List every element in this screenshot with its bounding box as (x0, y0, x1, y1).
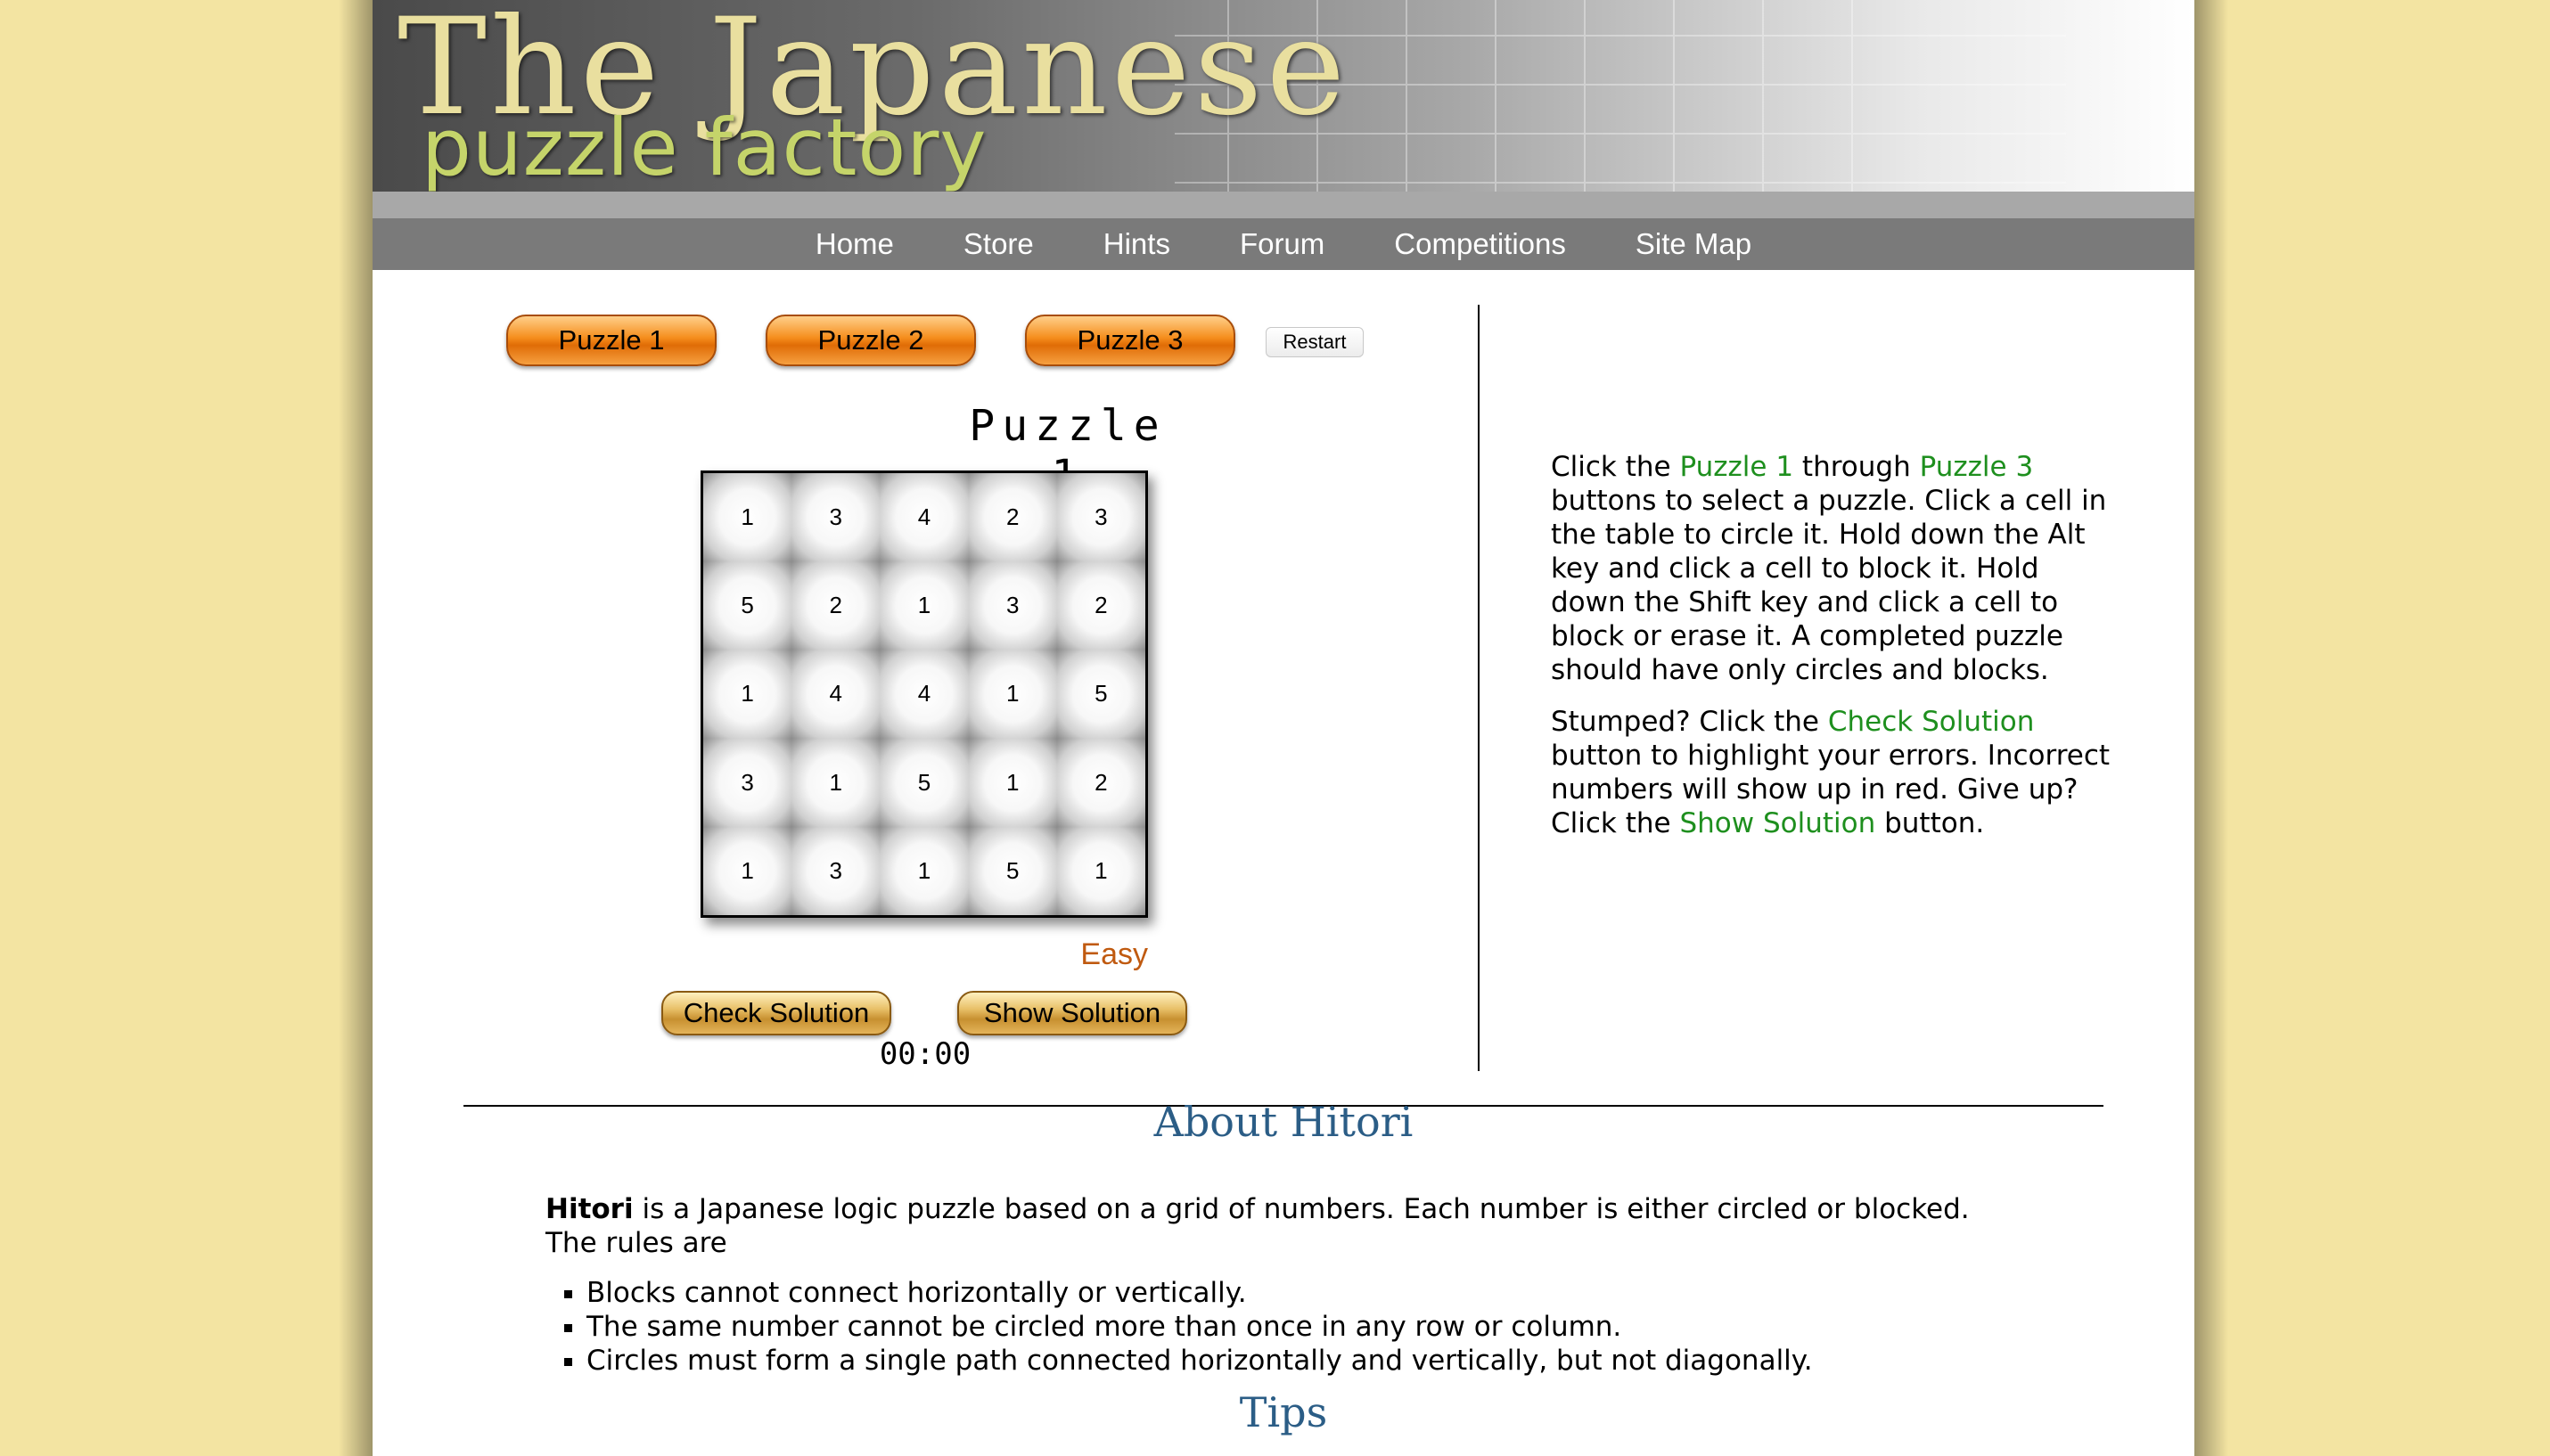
grid-cell[interactable]: 1 (703, 473, 792, 562)
nav-hints[interactable]: Hints (1103, 227, 1170, 261)
main-nav: Home Store Hints Forum Competitions Site… (373, 218, 2194, 270)
check-solution-button[interactable]: Check Solution (661, 991, 891, 1035)
rules-list: Blocks cannot connect horizontally or ve… (545, 1276, 2025, 1378)
grid-cell[interactable]: 5 (880, 738, 969, 827)
grid-cell[interactable]: 1 (880, 826, 969, 915)
puzzle-3-button[interactable]: Puzzle 3 (1025, 315, 1235, 366)
restart-button[interactable]: Restart (1266, 327, 1364, 357)
timer: 00:00 (879, 1036, 972, 1072)
about-section: Hitori is a Japanese logic puzzle based … (545, 1192, 2025, 1378)
grid-cell[interactable]: 1 (968, 650, 1057, 739)
puzzle-grid: 1 3 4 2 3 5 2 1 3 2 1 4 4 1 5 3 1 5 1 2 … (701, 470, 1148, 918)
nav-competitions[interactable]: Competitions (1394, 227, 1566, 261)
about-term: Hitori (545, 1193, 634, 1225)
show-solution-button[interactable]: Show Solution (957, 991, 1187, 1035)
instructions-text: button. (1875, 807, 1985, 839)
page-shadow-left (339, 0, 373, 1456)
grid-cell[interactable]: 3 (968, 561, 1057, 650)
check-solution-link[interactable]: Check Solution (1828, 706, 2035, 738)
rule-item: The same number cannot be circled more t… (586, 1310, 2025, 1344)
banner-subtitle: puzzle factory (422, 102, 988, 192)
difficulty-label: Easy (1080, 937, 1148, 971)
about-heading: About Hitori (1153, 1098, 1414, 1146)
nav-site-map[interactable]: Site Map (1636, 227, 1751, 261)
grid-cell[interactable]: 1 (880, 561, 969, 650)
show-solution-link[interactable]: Show Solution (1679, 807, 1875, 839)
puzzle-1-link[interactable]: Puzzle 1 (1679, 451, 1793, 483)
grid-cell[interactable]: 3 (791, 826, 881, 915)
instructions-text: Click the (1551, 451, 1680, 483)
puzzle-3-link[interactable]: Puzzle 3 (1920, 451, 2034, 483)
site-banner: The Japanese puzzle factory (373, 0, 2194, 192)
rule-item: Circles must form a single path connecte… (586, 1344, 2025, 1378)
grid-cell[interactable]: 5 (968, 826, 1057, 915)
column-divider (1478, 305, 1480, 1071)
grid-cell[interactable]: 1 (1056, 826, 1145, 915)
grid-cell[interactable]: 2 (791, 561, 881, 650)
instructions-text: buttons to select a puzzle. Click a cell… (1551, 485, 2107, 686)
grid-cell[interactable]: 5 (1056, 650, 1145, 739)
grid-cell[interactable]: 1 (968, 738, 1057, 827)
grid-cell[interactable]: 3 (703, 738, 792, 827)
banner-strip (373, 192, 2194, 218)
instructions-paragraph-2: Stumped? Click the Check Solution button… (1551, 705, 2121, 840)
grid-cell[interactable]: 5 (703, 561, 792, 650)
instructions-text: through (1793, 451, 1920, 483)
puzzle-2-button[interactable]: Puzzle 2 (766, 315, 976, 366)
about-intro-text: is a Japanese logic puzzle based on a gr… (545, 1193, 1970, 1259)
nav-forum[interactable]: Forum (1240, 227, 1324, 261)
puzzle-1-button[interactable]: Puzzle 1 (506, 315, 717, 366)
grid-cell[interactable]: 1 (791, 738, 881, 827)
grid-cell[interactable]: 1 (703, 826, 792, 915)
page-shadow-right (2194, 0, 2228, 1456)
grid-cell[interactable]: 3 (1056, 473, 1145, 562)
tips-heading: Tips (1239, 1388, 1328, 1436)
instructions: Click the Puzzle 1 through Puzzle 3 butt… (1551, 450, 2121, 858)
grid-cell[interactable]: 4 (880, 473, 969, 562)
grid-cell[interactable]: 3 (791, 473, 881, 562)
page: The Japanese puzzle factory Home Store H… (373, 0, 2194, 1456)
instructions-paragraph-1: Click the Puzzle 1 through Puzzle 3 butt… (1551, 450, 2121, 687)
instructions-text: Stumped? Click the (1551, 706, 1828, 738)
grid-cell[interactable]: 2 (1056, 561, 1145, 650)
about-intro: Hitori is a Japanese logic puzzle based … (545, 1192, 2025, 1260)
grid-cell[interactable]: 2 (968, 473, 1057, 562)
grid-cell[interactable]: 4 (880, 650, 969, 739)
grid-cell[interactable]: 2 (1056, 738, 1145, 827)
nav-store[interactable]: Store (963, 227, 1034, 261)
nav-home[interactable]: Home (816, 227, 894, 261)
grid-cell[interactable]: 1 (703, 650, 792, 739)
grid-cell[interactable]: 4 (791, 650, 881, 739)
rule-item: Blocks cannot connect horizontally or ve… (586, 1276, 2025, 1310)
